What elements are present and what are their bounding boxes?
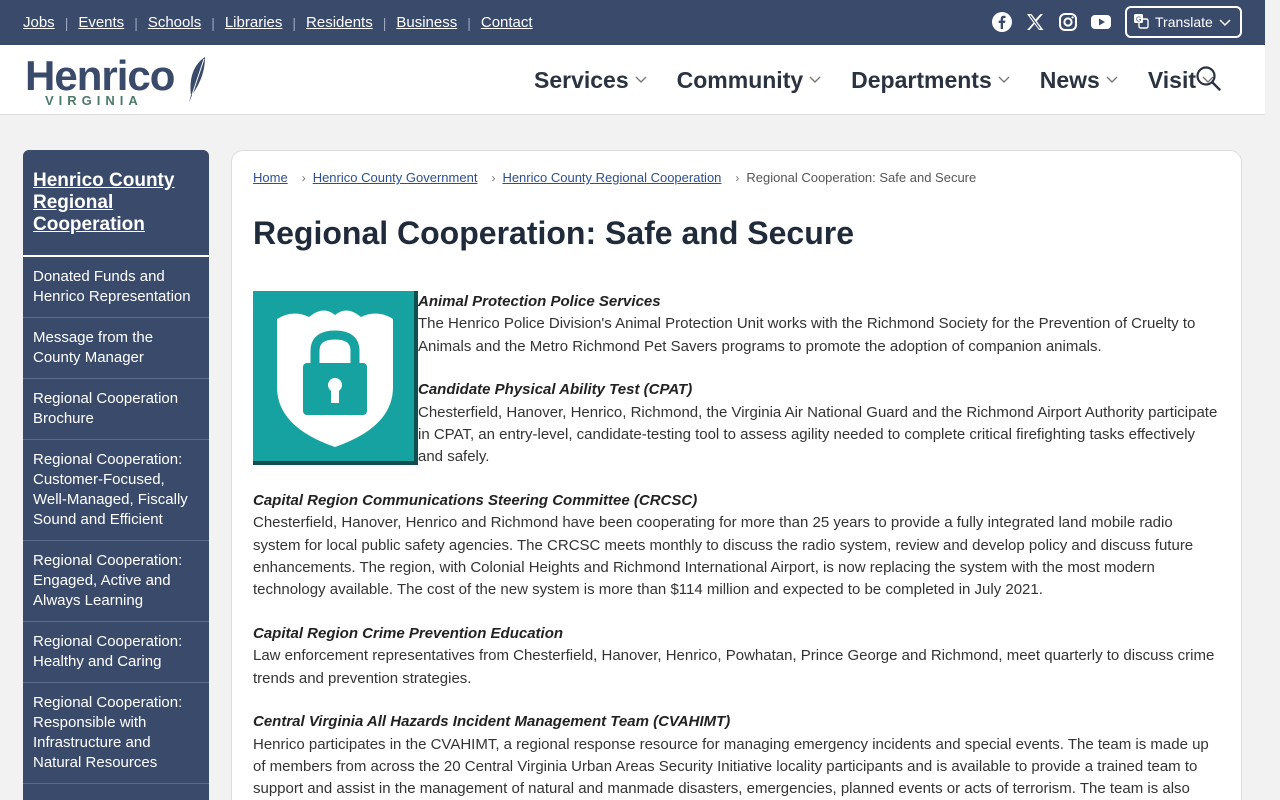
x-icon[interactable]	[1023, 10, 1047, 34]
section-heading: Capital Region Crime Prevention Educatio…	[253, 624, 564, 642]
section-heading: Candidate Physical Ability Test (CPAT)	[418, 381, 693, 399]
sidebar-item-infrastructure[interactable]: Regional Cooperation: Responsible with I…	[23, 683, 209, 784]
nav-community[interactable]: Community	[677, 67, 822, 94]
section-animal-protection: Animal Protection Police Services The He…	[253, 291, 1219, 358]
divider: |	[382, 14, 387, 31]
nav-departments[interactable]: Departments	[851, 67, 1010, 94]
sidebar-title-link[interactable]: Henrico County Regional Cooperation	[23, 150, 209, 257]
facebook-icon[interactable]	[990, 10, 1014, 34]
section-crcsc: Capital Region Communications Steering C…	[253, 490, 1219, 602]
page-title: Regional Cooperation: Safe and Secure	[253, 215, 854, 251]
divider: |	[134, 14, 138, 31]
nav-news[interactable]: News	[1040, 67, 1118, 94]
nav-label: News	[1039, 66, 1100, 93]
link-events[interactable]: Events	[78, 14, 124, 31]
section-heading: Capital Region Communications Steering C…	[253, 491, 698, 509]
search-icon[interactable]	[1195, 65, 1223, 93]
section-text: Chesterfield, Hanover, Henrico and Richm…	[253, 514, 1194, 599]
chevron-down-icon	[635, 76, 647, 84]
sidebar-item-healthy[interactable]: Regional Cooperation: Healthy and Caring	[23, 622, 209, 683]
sidebar-item-brochure[interactable]: Regional Cooperation Brochure	[23, 379, 209, 440]
chevron-down-icon	[1106, 76, 1118, 84]
breadcrumb-separator: ›	[491, 170, 496, 185]
sidebar-item-customer-focused[interactable]: Regional Cooperation: Customer-Focused, …	[23, 440, 209, 541]
link-libraries[interactable]: Libraries	[225, 14, 283, 31]
breadcrumb: Home › Henrico County Government › Henri…	[253, 170, 976, 185]
section-heading: Central Virginia All Hazards Incident Ma…	[253, 713, 731, 731]
link-contact[interactable]: Contact	[481, 14, 533, 31]
divider: |	[211, 14, 215, 31]
nav-services[interactable]: Services	[534, 67, 647, 94]
breadcrumb-regional[interactable]: Henrico County Regional Cooperation	[502, 170, 721, 185]
breadcrumb-government[interactable]: Henrico County Government	[313, 170, 478, 185]
section-text: Chesterfield, Hanover, Henrico, Richmond…	[418, 403, 1218, 466]
breadcrumb-separator: ›	[735, 170, 740, 185]
link-schools[interactable]: Schools	[148, 14, 201, 31]
sidebar-item-donated-funds[interactable]: Donated Funds and Henrico Representation	[23, 257, 209, 318]
section-cpat: Candidate Physical Ability Test (CPAT) C…	[253, 379, 1219, 469]
nav-label: Visit	[1147, 66, 1196, 93]
link-jobs[interactable]: Jobs	[23, 14, 55, 31]
sidebar-item-engaged[interactable]: Regional Cooperation: Engaged, Active an…	[23, 541, 209, 622]
link-residents[interactable]: Residents	[306, 14, 373, 31]
sidebar-item-message[interactable]: Message from the County Manager	[23, 318, 209, 379]
chevron-down-icon	[998, 76, 1010, 84]
logo-subtitle: VIRGINIA	[45, 93, 143, 108]
divider: |	[467, 14, 471, 31]
nav-label: Community	[676, 66, 804, 93]
youtube-icon[interactable]	[1089, 10, 1113, 34]
instagram-icon[interactable]	[1056, 10, 1080, 34]
link-business[interactable]: Business	[396, 14, 457, 31]
section-cvahimt: Central Virginia All Hazards Incident Ma…	[253, 711, 1219, 800]
chevron-down-icon	[809, 76, 821, 84]
site-header: Henrico VIRGINIA Services Community Depa…	[0, 45, 1265, 115]
section-text: Law enforcement representatives from Che…	[253, 647, 1215, 687]
translate-icon: G	[1133, 13, 1149, 32]
chevron-down-icon	[1219, 14, 1231, 30]
main-nav: Services Community Departments News Visi…	[534, 45, 1244, 115]
feather-icon	[185, 55, 209, 110]
content-card: Home › Henrico County Government › Henri…	[231, 150, 1242, 800]
divider: |	[292, 14, 297, 31]
nav-label: Services	[534, 66, 629, 93]
section-crime-prevention: Capital Region Crime Prevention Educatio…	[253, 623, 1219, 690]
breadcrumb-separator: ›	[301, 170, 306, 185]
breadcrumb-home[interactable]: Home	[253, 170, 288, 185]
divider: |	[64, 14, 69, 31]
utility-links: Jobs | Events | Schools | Libraries | Reside…	[23, 0, 533, 45]
section-text: Henrico participates in the CVAHIMT, a r…	[253, 735, 1209, 798]
henrico-logo[interactable]: Henrico VIRGINIA	[25, 53, 215, 109]
section-text: The Henrico Police Division's Animal Pro…	[418, 315, 1196, 355]
section-heading: Animal Protection Police Services	[418, 293, 661, 310]
translate-button[interactable]: G Translate	[1125, 6, 1242, 38]
nav-label: Departments	[851, 66, 992, 93]
social-links	[990, 10, 1113, 34]
utility-bar: Jobs | Events | Schools | Libraries | Reside…	[0, 0, 1265, 45]
page-body: Animal Protection Police Services The He…	[253, 291, 1219, 800]
section-sidebar: Henrico County Regional Cooperation Dona…	[23, 150, 209, 800]
breadcrumb-current: Regional Cooperation: Safe and Secure	[746, 170, 977, 185]
svg-text:G: G	[1136, 16, 1141, 23]
translate-label: Translate	[1155, 14, 1213, 30]
